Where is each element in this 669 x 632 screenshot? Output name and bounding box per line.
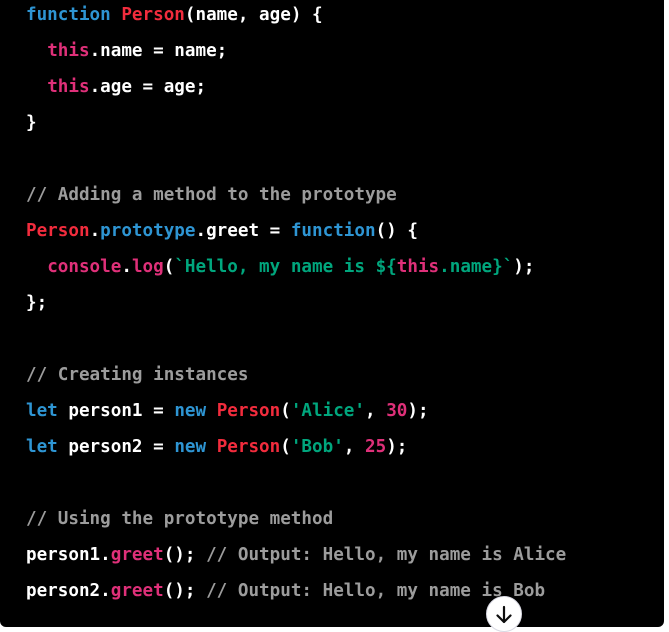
code-token-plain: } [26,113,37,133]
code-token-number: 30 [386,401,408,421]
code-token-plain: (); [163,545,207,565]
code-token-prop: prototype [100,221,196,241]
code-block: function Person(name, age) { this.name =… [0,0,664,627]
code-token-plain: () { [375,221,418,241]
code-token-comment: // Output: Hello, my name is Alice [206,545,567,565]
code-token-plain: ); [513,257,535,277]
blank-code-line [26,141,566,177]
code-token-comment: // Adding a method to the prototype [26,185,397,205]
code-token-call: greet [110,545,164,565]
code-token-keyword: new [174,401,207,421]
code-token-string: 'Alice' [290,401,365,421]
code-token-this: this [396,257,440,277]
code-token-keyword: function [290,221,376,241]
code-line: // Creating instances [26,357,566,393]
code-token-plain: . [89,221,101,241]
arrow-down-icon [496,605,512,624]
blank-code-line [26,321,566,357]
code-line: this.age = age; [26,69,566,105]
code-token-plain: .greet = [195,221,291,241]
code-token-comment: // Creating instances [26,365,249,385]
code-token-plain: ); [407,401,429,421]
code-line: console.log(`Hello, my name is ${this.na… [26,249,566,285]
code-token-plain: (); [163,581,207,601]
code-token-string: 'Bob' [290,437,344,457]
code-line: person1.greet(); // Output: Hello, my na… [26,537,566,573]
code-token-keyword: let [26,437,58,457]
code-token-plain: ( [163,257,175,277]
code-token-call: greet [110,581,164,601]
code-token-this: this [47,41,90,61]
code-token-call: console [47,257,122,277]
code-token-class: Person [216,401,281,421]
code-token-plain: , [365,401,387,421]
code-line: } [26,105,566,141]
code-token-comment: // Using the prototype method [26,509,334,529]
code-token-number: 25 [365,437,387,457]
code-token-plain: . [121,257,132,277]
code-token-plain: ( [280,401,291,421]
code-token-plain: , [343,437,365,457]
code-token-keyword: function [26,5,111,25]
code-token-plain: person2. [26,581,111,601]
code-token-plain: person1 = [57,401,175,421]
code-line: let person1 = new Person('Alice', 30); [26,393,566,429]
code-token-plain: }; [26,293,48,313]
code-token-string: .name}` [439,257,514,277]
code-token-plain: (name, age) { [184,5,323,25]
code-line: Person.prototype.greet = function() { [26,213,566,249]
blank-code-line [26,465,566,501]
code-line: }; [26,285,566,321]
code-token-plain: person1. [26,545,111,565]
code-token-plain: .name = name; [89,41,228,61]
code-token-keyword: let [26,401,58,421]
code-token-plain: ( [280,437,291,457]
code-line: person2.greet(); // Output: Hello, my na… [26,573,566,609]
code-token-this: this [47,77,90,97]
code-token-class: Person [121,5,185,25]
code-token-plain: person2 = [57,437,175,457]
code-token-keyword: new [174,437,207,457]
code-line: // Adding a method to the prototype [26,177,566,213]
code-token-plain: .age = age; [89,77,207,97]
code-line: function Person(name, age) { [26,0,566,33]
code-token-class: Person [216,437,281,457]
code-line: let person2 = new Person('Bob', 25); [26,429,566,465]
code-content: function Person(name, age) { this.name =… [26,0,566,609]
code-token-string: `Hello, my name is ${ [174,257,397,277]
code-token-call: log [131,257,164,277]
code-line: // Using the prototype method [26,501,566,537]
code-token-plain: ); [386,437,408,457]
code-token-class: Person [26,221,90,241]
code-line: this.name = name; [26,33,566,69]
